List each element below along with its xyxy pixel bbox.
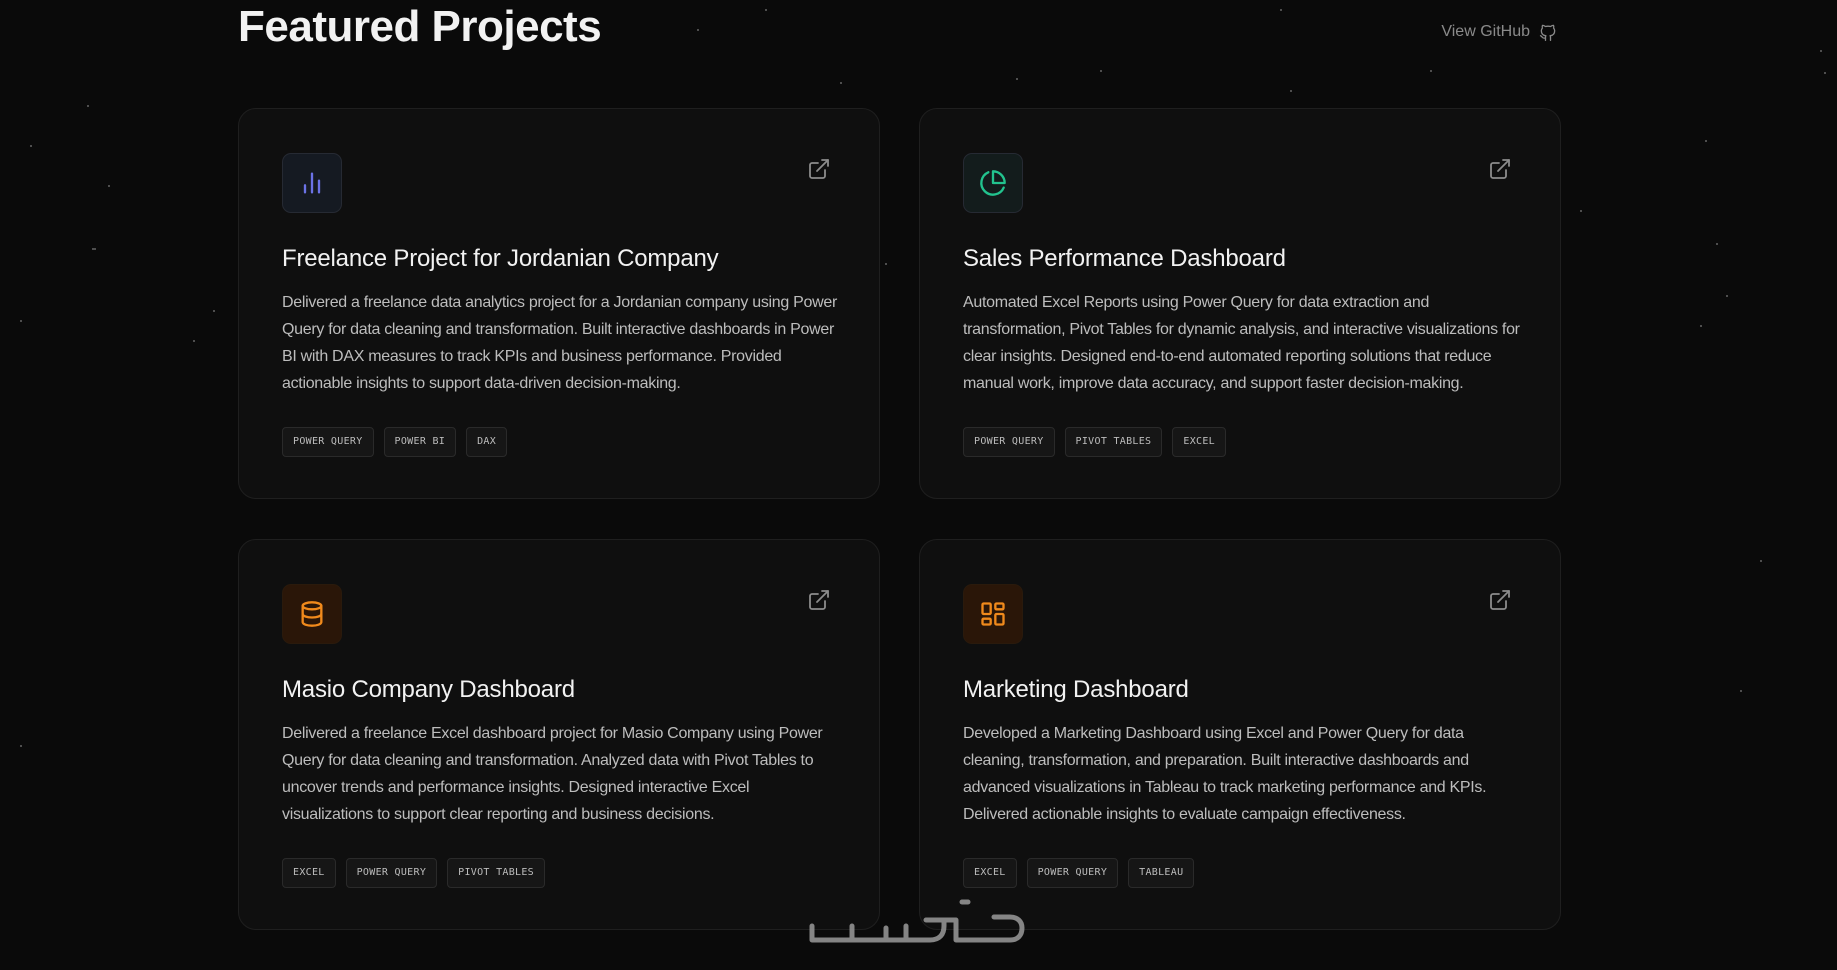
project-description: Delivered a freelance data analytics pro… <box>282 294 837 392</box>
project-icon-box <box>282 153 342 213</box>
tag: POWER QUERY <box>1026 858 1119 888</box>
project-title: Marketing Dashboard <box>963 676 1189 703</box>
page-title: Featured Projects <box>238 2 602 51</box>
external-link-icon[interactable] <box>807 157 831 181</box>
project-icon-box <box>282 584 342 644</box>
tag: TABLEAU <box>1128 858 1195 888</box>
project-title: Freelance Project for Jordanian Company <box>282 245 719 272</box>
bar-chart-icon <box>303 172 321 194</box>
project-description: Automated Excel Reports using Power Quer… <box>963 294 1520 392</box>
project-card[interactable]: Masio Company Dashboard Delivered a free… <box>238 539 880 930</box>
tag: POWER QUERY <box>963 427 1055 457</box>
project-card[interactable]: Sales Performance Dashboard Automated Ex… <box>919 108 1561 499</box>
dashboard-layout-icon <box>981 602 1005 626</box>
external-link-icon[interactable] <box>1488 588 1512 612</box>
external-link-icon[interactable] <box>807 588 831 612</box>
tag: EXCEL <box>282 858 336 888</box>
tag-list: EXCEL POWER QUERY PIVOT TABLES <box>282 858 545 888</box>
tag-list: POWER QUERY PIVOT TABLES EXCEL <box>963 427 1226 457</box>
external-link-icon[interactable] <box>1488 157 1512 181</box>
tag-list: EXCEL POWER QUERY TABLEAU <box>963 858 1195 888</box>
tag: DAX <box>466 427 508 457</box>
khamsat-watermark-logo <box>809 899 1025 943</box>
project-card[interactable]: Freelance Project for Jordanian Company … <box>238 108 880 499</box>
view-github-label: View GitHub <box>1441 23 1530 40</box>
project-description: Delivered a freelance Excel dashboard pr… <box>282 725 823 823</box>
project-icon-box <box>963 153 1023 213</box>
tag: POWER QUERY <box>282 427 374 457</box>
section-header: Featured Projects View GitHub <box>238 0 1558 60</box>
tag: PIVOT TABLES <box>1064 427 1163 457</box>
projects-grid: Freelance Project for Jordanian Company … <box>238 108 1561 930</box>
tag: EXCEL <box>963 858 1017 888</box>
database-icon <box>301 601 323 627</box>
project-card[interactable]: Marketing Dashboard Developed a Marketin… <box>919 539 1561 930</box>
tag: POWER QUERY <box>345 858 438 888</box>
pie-chart-icon <box>980 170 1006 196</box>
tag: PIVOT TABLES <box>447 858 545 888</box>
project-icon-box <box>963 584 1023 644</box>
project-title: Sales Performance Dashboard <box>963 245 1286 272</box>
view-github-link[interactable]: View GitHub <box>1441 22 1558 42</box>
tag: EXCEL <box>1172 427 1226 457</box>
github-icon <box>1539 24 1556 41</box>
page: Featured Projects View GitHub Freelance … <box>0 0 1837 970</box>
project-title: Masio Company Dashboard <box>282 676 575 703</box>
project-description: Developed a Marketing Dashboard using Ex… <box>963 725 1487 823</box>
tag-list: POWER QUERY POWER BI DAX <box>282 427 508 457</box>
tag: POWER BI <box>383 427 457 457</box>
